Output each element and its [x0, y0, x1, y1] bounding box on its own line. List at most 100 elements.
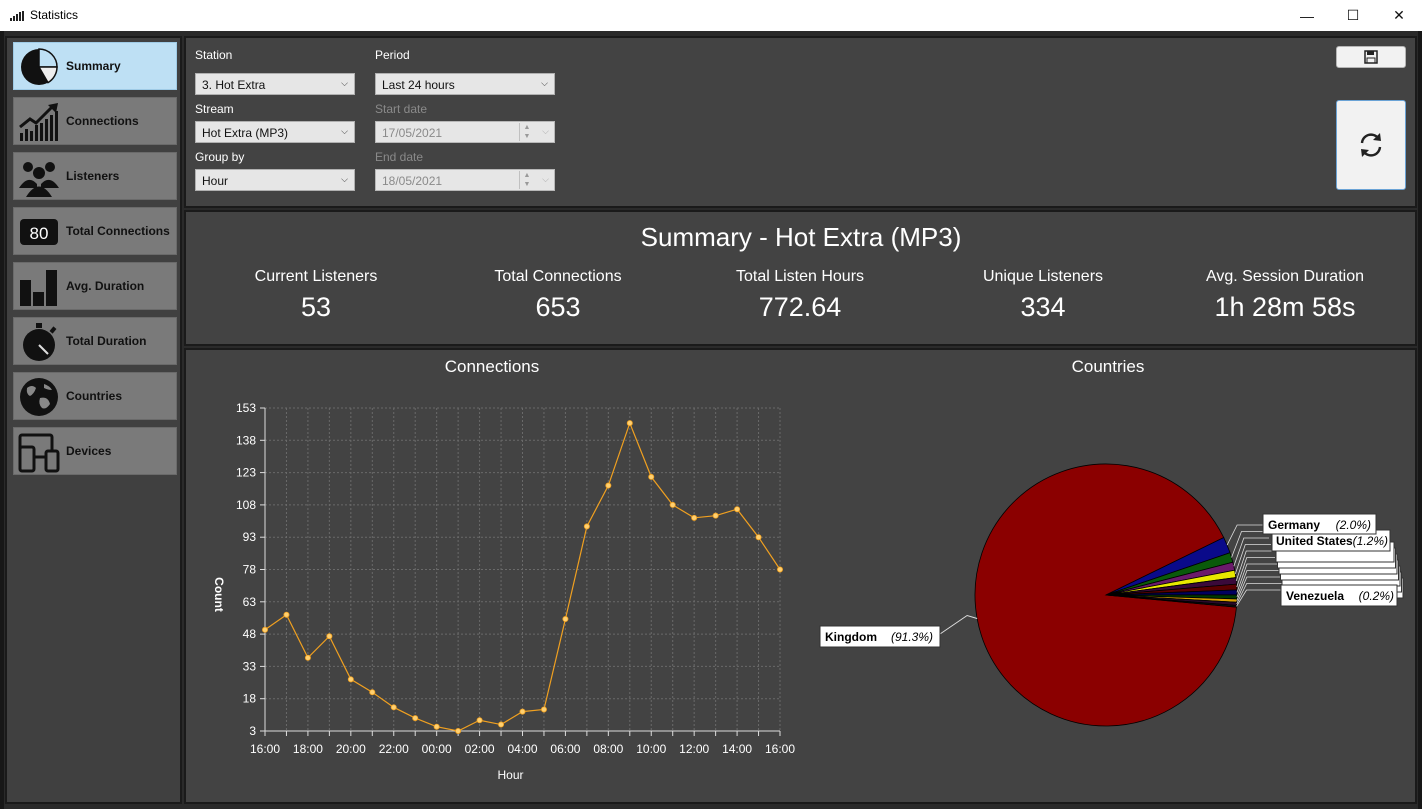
y-tick-label: 3 — [249, 724, 256, 738]
data-point — [540, 706, 547, 713]
data-point — [433, 723, 440, 730]
label-name: Venezuela — [1286, 589, 1344, 603]
label-leader — [1236, 583, 1283, 605]
data-point — [412, 715, 419, 722]
y-tick-label: 33 — [243, 659, 257, 673]
data-point — [669, 501, 676, 508]
sidebar: Summary Connections Listeners 80 Total C… — [5, 36, 182, 804]
sidebar-item-devices[interactable]: Devices — [13, 427, 177, 475]
pie-label-venezuela: Venezuela (0.2%) — [1280, 584, 1398, 607]
counter-text: 80 — [30, 224, 49, 243]
window-title: Statistics — [30, 8, 79, 22]
stream-value: Hot Extra (MP3) — [202, 126, 289, 140]
data-point — [626, 420, 633, 427]
date-spinner[interactable]: ▲ ▼ — [519, 171, 534, 189]
y-tick-label: 93 — [243, 530, 257, 544]
x-tick-label: 18:00 — [293, 742, 323, 756]
refresh-icon — [1360, 133, 1382, 157]
label-name: Kingdom — [825, 630, 877, 644]
countries-pie-chart: Kingdom (91.3%)United States (1.2%)Germany… — [819, 463, 1404, 727]
groupby-label: Group by — [195, 150, 245, 164]
stream-select[interactable]: Hot Extra (MP3) ⌵ — [195, 121, 355, 143]
label-percent: (91.3%) — [891, 630, 933, 644]
station-select[interactable]: 3. Hot Extra ⌵ — [195, 73, 355, 95]
sidebar-item-summary[interactable]: Summary — [13, 42, 177, 90]
station-value: 3. Hot Extra — [202, 78, 266, 92]
pie-chart-icon — [21, 48, 58, 85]
stat-value: 772.64 — [758, 292, 842, 322]
globe-icon — [20, 378, 58, 416]
chevron-down-icon[interactable]: ⌵ — [542, 126, 549, 137]
start-date-value: 17/05/2021 — [382, 126, 443, 140]
chevron-down-icon: ⌵ — [341, 126, 348, 136]
x-tick-label: 14:00 — [722, 742, 752, 756]
chevron-down-icon: ⌵ — [541, 78, 548, 88]
x-tick-label: 16:00 — [250, 742, 280, 756]
refresh-button[interactable] — [1336, 100, 1406, 190]
groupby-select[interactable]: Hour ⌵ — [195, 169, 355, 191]
minimize-button[interactable]: — — [1284, 0, 1330, 31]
sidebar-item-listeners[interactable]: Listeners — [13, 152, 177, 200]
data-point — [390, 704, 397, 711]
filter-panel — [184, 36, 1417, 208]
save-icon — [1364, 50, 1378, 64]
y-tick-label: 18 — [243, 692, 257, 706]
chevron-down-icon: ⌵ — [341, 174, 348, 184]
label-name: United States — [1276, 534, 1353, 548]
chevron-down-icon: ⌵ — [341, 78, 348, 88]
stat-total-connections: Total Connections 653 — [438, 268, 678, 323]
date-spinner[interactable]: ▲ ▼ — [519, 123, 534, 141]
stream-label: Stream — [195, 102, 234, 116]
maximize-icon: ☐ — [1346, 7, 1360, 23]
x-tick-label: 02:00 — [465, 742, 495, 756]
period-select[interactable]: Last 24 hours ⌵ — [375, 73, 555, 95]
sidebar-item-avg-duration[interactable]: Avg. Duration — [13, 262, 177, 310]
sidebar-item-label: Total Connections — [66, 224, 170, 238]
sidebar-item-total-connections[interactable]: 80 Total Connections — [13, 207, 177, 255]
x-tick-label: 16:00 — [765, 742, 795, 756]
x-tick-label: 08:00 — [593, 742, 623, 756]
trend-up-icon — [19, 103, 58, 141]
end-date-field[interactable]: 18/05/2021 ▲ ▼ ⌵ — [375, 169, 555, 191]
data-point — [755, 534, 762, 541]
x-tick-label: 22:00 — [379, 742, 409, 756]
start-date-field[interactable]: 17/05/2021 ▲ ▼ ⌵ — [375, 121, 555, 143]
data-point — [304, 654, 311, 661]
sidebar-item-label: Total Duration — [66, 334, 147, 348]
stat-value: 653 — [535, 292, 581, 322]
stopwatch-icon — [23, 323, 57, 361]
y-tick-label: 108 — [236, 498, 256, 512]
y-tick-label: 138 — [236, 433, 256, 447]
data-point — [583, 523, 590, 530]
x-axis-label: Hour — [497, 768, 523, 782]
data-point — [347, 676, 354, 683]
stat-unique-listeners: Unique Listeners 334 — [923, 268, 1163, 323]
minimize-icon: — — [1300, 7, 1314, 24]
maximize-button[interactable]: ☐ — [1330, 0, 1376, 31]
stat-label: Unique Listeners — [982, 268, 1104, 285]
close-button[interactable]: ✕ — [1376, 0, 1422, 31]
y-tick-label: 153 — [236, 401, 256, 415]
sidebar-item-label: Avg. Duration — [66, 279, 145, 293]
end-date-label: End date — [375, 150, 424, 164]
data-point — [734, 506, 741, 513]
bar-chart-icon — [20, 270, 57, 306]
data-point — [455, 727, 462, 734]
data-point — [519, 708, 526, 715]
sidebar-item-connections[interactable]: Connections — [13, 97, 177, 145]
stat-value: 1h 28m 58s — [1214, 292, 1356, 322]
save-button[interactable] — [1336, 46, 1406, 68]
stat-value: 53 — [300, 292, 332, 322]
stat-label: Avg. Session Duration — [1205, 268, 1364, 285]
data-point — [777, 566, 784, 573]
title-bar: Statistics — ☐ ✕ — [0, 0, 1422, 31]
data-point — [691, 514, 698, 521]
data-point — [369, 689, 376, 696]
data-point — [476, 717, 483, 724]
chevron-down-icon[interactable]: ⌵ — [542, 174, 549, 185]
groupby-value: Hour — [202, 174, 229, 188]
label-percent: (1.2%) — [1353, 534, 1388, 548]
label-percent: (2.0%) — [1336, 518, 1371, 532]
sidebar-item-total-duration[interactable]: Total Duration — [13, 317, 177, 365]
sidebar-item-countries[interactable]: Countries — [13, 372, 177, 420]
